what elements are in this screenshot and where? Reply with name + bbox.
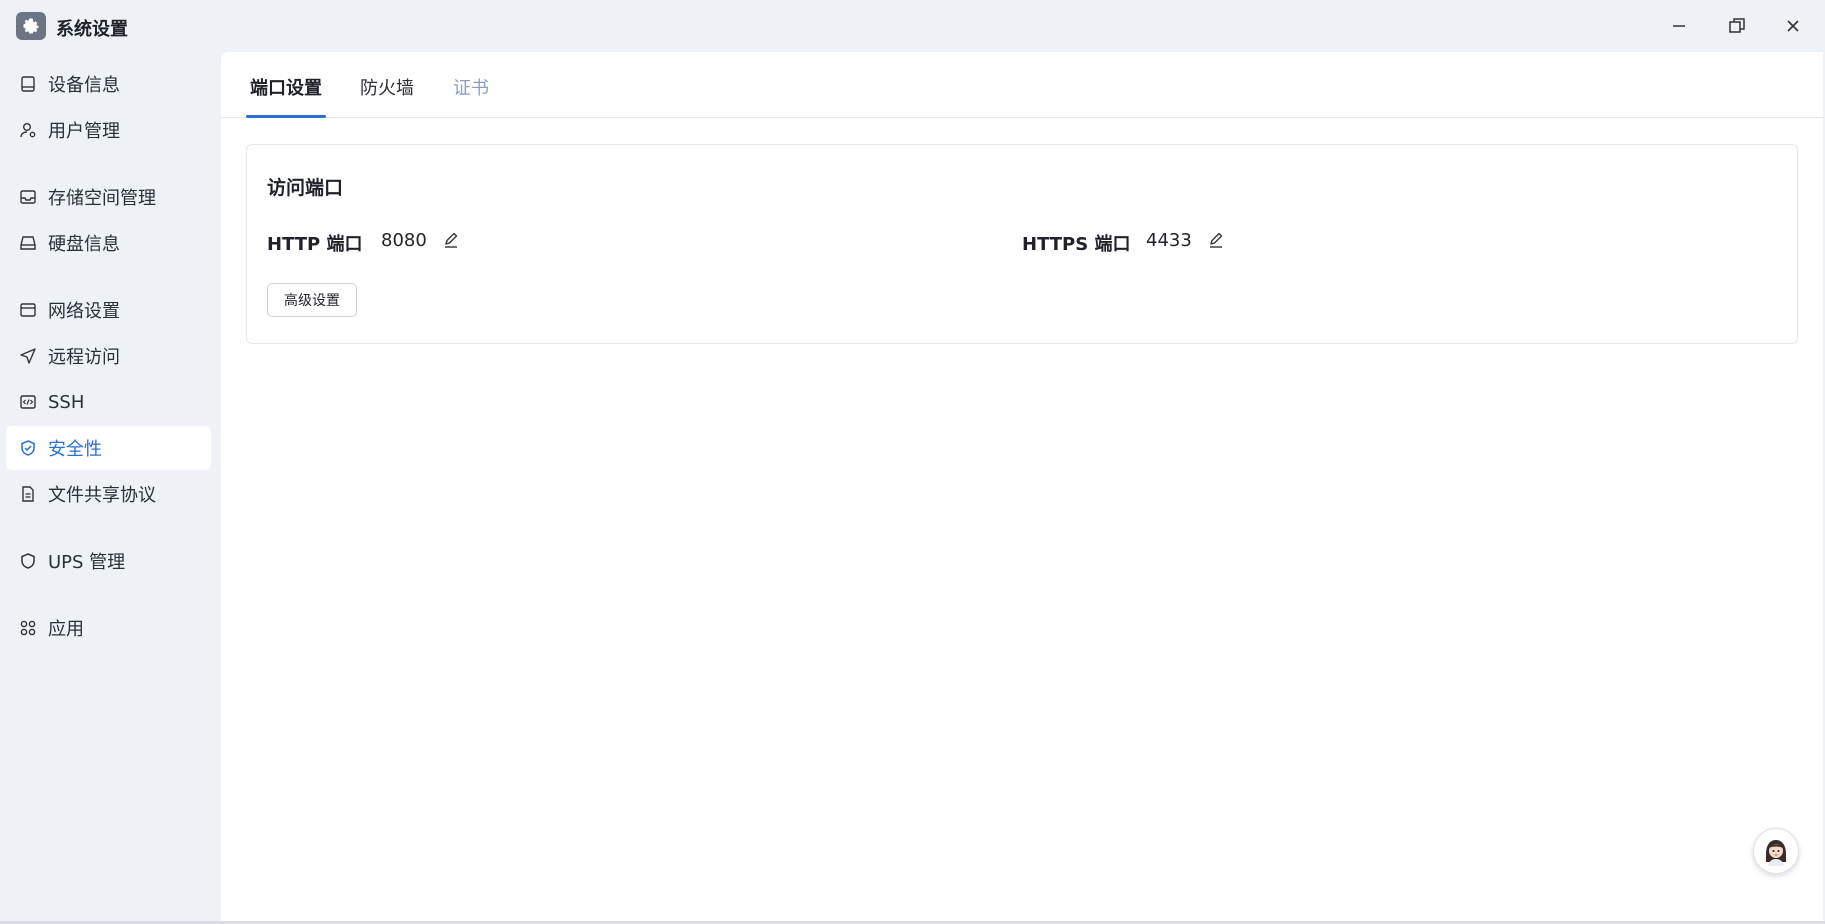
sidebar-item-label: 网络设置 [48,301,120,322]
code-icon [18,392,38,412]
sidebar-item-label: 用户管理 [48,121,120,142]
https-port-value: 4433 [1146,230,1192,251]
tab-port-settings[interactable]: 端口设置 [250,74,322,118]
tab-certificate[interactable]: 证书 [453,74,489,118]
sidebar-item-disk-info[interactable]: 硬盘信息 [6,221,211,265]
main-panel: 端口设置 防火墙 证书 访问端口 HTTP 端口 8080 HTTPS 端口 4… [221,52,1823,922]
http-port-value: 8080 [381,230,427,251]
apps-icon [18,618,38,638]
settings-window: 系统设置 设备信息 用户管理 存储空间管理 硬盘信息 网络设置 远程访问 SSH… [0,0,1825,924]
access-port-card: 访问端口 HTTP 端口 8080 HTTPS 端口 4433 高级设置 [246,144,1798,344]
sidebar-item-network[interactable]: 网络设置 [6,288,211,332]
document-icon [18,484,38,504]
shield-icon [18,551,38,571]
pencil-icon [445,232,458,248]
sidebar-item-label: 硬盘信息 [48,234,120,255]
card-title: 访问端口 [267,177,344,199]
sidebar-item-label: 安全性 [48,439,102,460]
sidebar-item-label: 设备信息 [48,75,120,96]
sidebar: 设备信息 用户管理 存储空间管理 硬盘信息 网络设置 远程访问 SSH 安全性 [0,52,221,922]
sidebar-item-label: 存储空间管理 [48,188,156,209]
edit-https-port-button[interactable] [1205,229,1227,251]
hard-drive-icon [18,233,38,253]
browser-icon [18,300,38,320]
gear-icon [16,12,46,40]
shield-check-icon [18,438,38,458]
sidebar-item-storage[interactable]: 存储空间管理 [6,175,211,219]
sidebar-item-label: 文件共享协议 [48,485,156,506]
sidebar-item-apps[interactable]: 应用 [6,606,211,650]
maximize-icon [1729,18,1745,33]
tab-firewall[interactable]: 防火墙 [360,74,414,118]
advanced-settings-button[interactable]: 高级设置 [267,283,357,317]
sidebar-item-label: 远程访问 [48,347,120,368]
sidebar-item-remote-access[interactable]: 远程访问 [6,334,211,378]
maximize-button[interactable] [1719,12,1755,40]
assistant-avatar-button[interactable] [1753,828,1799,874]
title-bar: 系统设置 [0,0,1825,52]
sidebar-item-device-info[interactable]: 设备信息 [6,62,211,106]
edit-http-port-button[interactable] [440,229,462,251]
send-icon [18,346,38,366]
app-title: 系统设置 [56,19,128,40]
avatar-icon [1766,840,1786,866]
sidebar-item-label: SSH [48,391,85,413]
https-port-label: HTTPS 端口 [1022,234,1131,255]
sidebar-item-security[interactable]: 安全性 [6,426,211,470]
pencil-icon [1210,232,1223,248]
minimize-button[interactable] [1661,12,1697,40]
sidebar-item-user-management[interactable]: 用户管理 [6,108,211,152]
inbox-icon [18,187,38,207]
monitor-icon [18,74,38,94]
sidebar-item-ssh[interactable]: SSH [6,380,211,424]
close-button[interactable] [1775,12,1811,40]
minimize-icon [1673,25,1685,27]
sidebar-item-label: 应用 [48,619,84,640]
close-icon [1787,20,1799,32]
http-port-label: HTTP 端口 [267,234,363,255]
active-tab-indicator [246,115,326,118]
tab-bar: 端口设置 防火墙 证书 [221,52,1823,118]
sidebar-item-label: UPS 管理 [48,552,126,573]
user-gear-icon [18,120,38,140]
sidebar-item-file-sharing[interactable]: 文件共享协议 [6,472,211,516]
sidebar-item-ups[interactable]: UPS 管理 [6,539,211,583]
